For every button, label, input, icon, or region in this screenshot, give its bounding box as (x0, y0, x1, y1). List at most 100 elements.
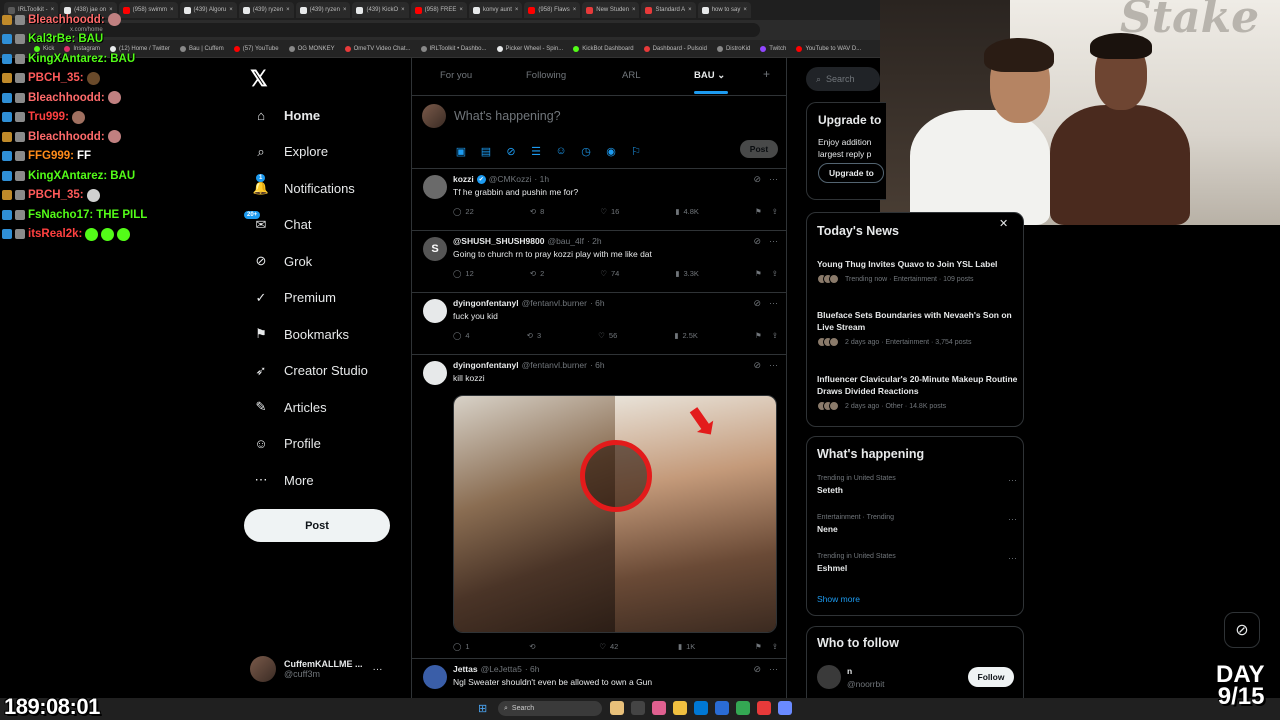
tab-close-icon[interactable]: × (286, 7, 290, 13)
grok-icon[interactable]: ⊘ (504, 144, 518, 158)
schedule-icon[interactable]: ◷ (579, 144, 593, 158)
bookmark-item[interactable]: Twitch (760, 45, 786, 52)
tab-for-you[interactable]: For you (440, 70, 472, 81)
share-icon[interactable]: ⇪ (772, 642, 778, 651)
more-dots-icon[interactable]: ··· (769, 298, 778, 309)
tweet[interactable]: dyingonfentanyl @fentanvl.burner · 6h fuck … (412, 293, 786, 355)
grok-icon[interactable]: ⊘ (753, 236, 761, 247)
tab-close-icon[interactable]: × (515, 7, 519, 13)
trend-item[interactable]: Trending in United States Eshmel ··· (817, 553, 1017, 573)
reply[interactable]: ◯ 12 (453, 269, 474, 278)
tweet-handle[interactable]: @bau_4lf (547, 236, 584, 246)
bookmark-item[interactable]: OmeTV Video Chat... (344, 45, 411, 52)
tweet-media-image[interactable]: ⬇ (453, 395, 777, 633)
more-dots-icon[interactable]: ··· (769, 174, 778, 185)
like[interactable]: ♡ 56 (598, 331, 617, 340)
location-icon[interactable]: ◉ (604, 144, 618, 158)
views[interactable]: ▮ 1K (678, 642, 695, 651)
upgrade-button[interactable]: Upgrade to (818, 163, 884, 183)
views[interactable]: ▮ 3.3K (675, 269, 699, 278)
tweet-author-name[interactable]: @SHUSH_SHUSH9800 (453, 236, 544, 246)
sidebar-item-more[interactable]: ⋯ More (252, 466, 314, 494)
reply[interactable]: ◯ 22 (453, 207, 474, 216)
bookmark-icon[interactable]: ⚑ (755, 269, 762, 278)
more-dots-icon[interactable]: ··· (373, 664, 383, 675)
taskbar-app-icon[interactable] (757, 701, 771, 715)
sidebar-item-grok[interactable]: ⊘ Grok (252, 247, 313, 275)
reply[interactable]: ◯ 1 (453, 642, 470, 651)
taskbar-app-icon[interactable] (673, 701, 687, 715)
more-dots-icon[interactable]: ··· (1008, 553, 1017, 563)
bookmark-item[interactable]: DistroKid (716, 45, 750, 52)
tab-close-icon[interactable]: × (459, 7, 463, 13)
repost[interactable]: ⟲ 8 (530, 207, 544, 216)
views[interactable]: ▮ 2.5K (674, 331, 698, 340)
sidebar-item-articles[interactable]: ✎ Articles (252, 393, 327, 421)
bookmark-item[interactable]: Dashboard - Pulsoid (643, 45, 707, 52)
grok-icon[interactable]: ⊘ (753, 174, 761, 185)
news-item[interactable]: Young Thug Invites Quavo to Join YSL Lab… (817, 258, 1022, 284)
share-icon[interactable]: ⇪ (772, 207, 778, 216)
taskbar-app-icon[interactable] (652, 701, 666, 715)
browser-tab[interactable]: (958) Flaws × (524, 2, 581, 18)
taskbar-app-icon[interactable] (631, 701, 645, 715)
sidebar-item-home[interactable]: ⌂ Home (252, 101, 320, 129)
browser-tab[interactable]: how to say × (697, 2, 751, 18)
more-dots-icon[interactable]: ··· (769, 664, 778, 675)
bookmark-item[interactable]: (57) YouTube (233, 45, 279, 52)
tweet[interactable]: kozzi ✔ @CMKozzi · 1h Tf he grabbin and push… (412, 169, 786, 231)
x-logo-icon[interactable]: 𝕏 (250, 66, 274, 91)
grok-fab-icon[interactable]: ⊘ (1224, 612, 1260, 648)
add-tab-icon[interactable]: + (763, 67, 770, 81)
repost[interactable]: ⟲ (529, 642, 539, 651)
tab-close-icon[interactable]: × (343, 7, 347, 13)
sidebar-item-creator-studio[interactable]: ➶ Creator Studio (252, 357, 368, 385)
avatar[interactable]: S (423, 237, 447, 261)
tab-close-icon[interactable]: × (632, 7, 636, 13)
browser-tab[interactable]: (439) ryzen × (238, 2, 294, 18)
bookmark-icon[interactable]: ⚑ (755, 207, 762, 216)
reply[interactable]: ◯ 4 (453, 331, 470, 340)
views[interactable]: ▮ 4.8K (675, 207, 699, 216)
tab-close-icon[interactable]: × (573, 7, 577, 13)
sidebar-item-premium[interactable]: ✓ Premium (252, 284, 336, 312)
browser-tab[interactable]: (439) ryzen × (295, 2, 351, 18)
tab-close-icon[interactable]: × (688, 7, 692, 13)
flag-icon[interactable]: ⚐ (629, 144, 643, 158)
browser-tab[interactable]: (439) KickO × (352, 2, 409, 18)
tweet[interactable]: S @SHUSH_SHUSH9800 @bau_4lf · 2h Going to ch… (412, 231, 786, 293)
show-more-link[interactable]: Show more (817, 594, 860, 604)
follow-button[interactable]: Follow (968, 667, 1014, 687)
search-input[interactable]: ⌕ Search (806, 67, 880, 91)
trend-item[interactable]: Entertainment · Trending Nene ··· (817, 514, 1017, 534)
tweet-handle[interactable]: @LeJetta5 (481, 664, 522, 674)
composer-input[interactable]: What's happening? (454, 109, 561, 123)
account-switcher[interactable]: CuffemKALLME ... @cuff3m ··· (250, 654, 400, 684)
emoji-icon[interactable]: ☺ (554, 144, 568, 158)
repost[interactable]: ⟲ 3 (527, 331, 541, 340)
avatar[interactable] (423, 361, 447, 385)
taskbar-app-icon[interactable] (715, 701, 729, 715)
avatar[interactable] (817, 665, 841, 689)
like[interactable]: ♡ 16 (600, 207, 619, 216)
grok-icon[interactable]: ⊘ (753, 298, 761, 309)
avatar[interactable] (423, 665, 447, 689)
browser-tab[interactable]: (958) FREE × (410, 2, 467, 18)
news-item[interactable]: Influencer Clavicular's 20-Minute Makeup… (817, 373, 1022, 411)
sidebar-item-bookmarks[interactable]: ⚑ Bookmarks (252, 320, 349, 348)
windows-start-icon[interactable]: ⊞ (478, 702, 490, 715)
grok-icon[interactable]: ⊘ (753, 360, 761, 371)
tab-close-icon[interactable]: × (401, 7, 405, 13)
tab-bau[interactable]: BAU ⌄ (694, 70, 725, 81)
tab-following[interactable]: Following (526, 70, 566, 81)
tab-close-icon[interactable]: × (743, 7, 747, 13)
browser-tab[interactable]: konvy aunt × (468, 2, 523, 18)
more-dots-icon[interactable]: ··· (1008, 475, 1017, 485)
bookmark-item[interactable]: KickBot Dashboard (573, 45, 634, 52)
poll-icon[interactable]: ☰ (529, 144, 543, 158)
share-icon[interactable]: ⇪ (772, 331, 778, 340)
bookmark-item[interactable]: YouTube to WAV D... (796, 45, 861, 52)
tweet-handle[interactable]: @fentanvl.burner (522, 298, 587, 308)
image-icon[interactable]: ▣ (454, 144, 468, 158)
tweet-author-name[interactable]: dyingonfentanyl (453, 360, 519, 370)
